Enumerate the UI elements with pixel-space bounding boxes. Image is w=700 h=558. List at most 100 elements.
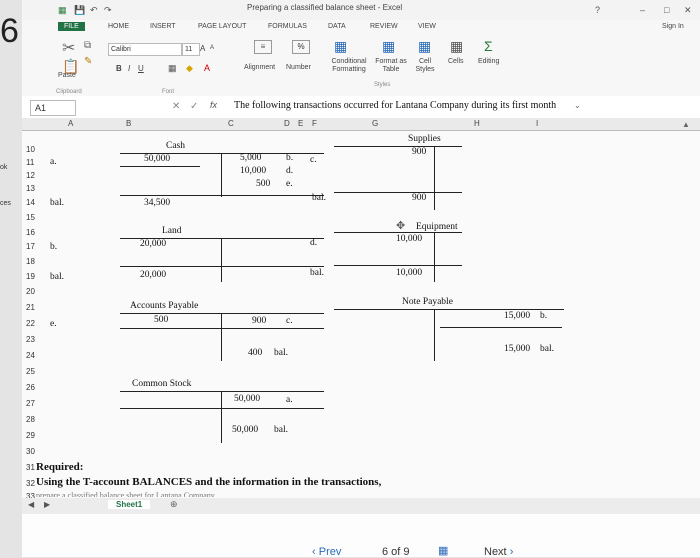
cell-f14[interactable]: bal. — [312, 193, 326, 203]
col-header-i[interactable]: I — [536, 119, 538, 128]
paste-label[interactable]: Paste — [58, 72, 76, 79]
t-account-equipment-title[interactable]: Equipment — [416, 222, 458, 232]
cell-a17[interactable]: b. — [50, 242, 57, 252]
editing-icon[interactable]: Σ — [484, 38, 493, 54]
name-box[interactable]: A1 — [30, 100, 76, 116]
cell-f17[interactable]: d. — [310, 238, 317, 248]
col-header-e[interactable]: E — [298, 119, 303, 128]
cell-f19[interactable]: bal. — [310, 268, 324, 278]
tab-review[interactable]: REVIEW — [370, 23, 398, 30]
add-sheet-icon[interactable]: ⊕ — [170, 499, 178, 510]
row-number[interactable]: 14 — [26, 198, 42, 207]
cell-a11[interactable]: a. — [50, 157, 57, 167]
cell-a14[interactable]: bal. — [50, 198, 64, 208]
cell-e11[interactable]: c. — [310, 155, 317, 165]
underline-button[interactable]: U — [138, 64, 144, 73]
font-size-select[interactable]: 11 — [182, 43, 200, 56]
sheet-nav-right-icon[interactable]: ▶ — [44, 500, 50, 509]
cell-styles-button[interactable]: Cell Styles — [410, 58, 440, 74]
cell-cs-balance-label[interactable]: bal. — [274, 425, 288, 435]
cut-icon[interactable]: ✂ — [62, 38, 75, 58]
editing-button[interactable]: Editing — [478, 58, 499, 65]
t-account-land-title[interactable]: Land — [162, 226, 182, 236]
restore-icon[interactable]: □ — [664, 5, 669, 15]
percent-button[interactable]: % — [292, 40, 310, 54]
row-number[interactable]: 15 — [26, 213, 42, 222]
cell-equipment-balance[interactable]: 10,000 — [396, 268, 422, 278]
t-account-supplies-title[interactable]: Supplies — [408, 134, 441, 144]
enter-icon[interactable]: ✓ — [190, 101, 198, 112]
row-number[interactable]: 29 — [26, 431, 42, 440]
row-number[interactable]: 12 — [26, 171, 42, 180]
instruction-text-row33[interactable]: prepare a classified balance sheet for L… — [36, 491, 215, 497]
cell-supplies-balance[interactable]: 900 — [412, 193, 426, 203]
cell-ap-credit[interactable]: 900 — [252, 316, 266, 326]
col-header-d[interactable]: D — [284, 119, 290, 128]
col-header-a[interactable]: A — [68, 119, 73, 128]
cell-np-credit-label[interactable]: b. — [540, 311, 547, 321]
conditional-formatting-icon[interactable]: ▦ — [334, 38, 347, 55]
cells-icon[interactable]: ▦ — [450, 38, 463, 55]
row-number[interactable]: 28 — [26, 415, 42, 424]
cell-ap-credit-label[interactable]: c. — [286, 316, 293, 326]
col-header-c[interactable]: C — [228, 119, 234, 128]
tab-insert[interactable]: INSERT — [150, 23, 176, 30]
row-number[interactable]: 27 — [26, 399, 42, 408]
tab-home[interactable]: HOME — [108, 23, 129, 30]
col-header-b[interactable]: B — [126, 119, 131, 128]
alignment-button[interactable]: Alignment — [244, 64, 275, 71]
cell-cash-balance[interactable]: 34,500 — [144, 198, 170, 208]
copy-icon[interactable]: ⧉ — [84, 40, 91, 51]
cell-np-balance[interactable]: 15,000 — [504, 344, 530, 354]
t-account-cs-title[interactable]: Common Stock — [132, 379, 191, 389]
scroll-up-icon[interactable]: ▲ — [682, 120, 690, 129]
cell-cs-credit-label[interactable]: a. — [286, 395, 293, 405]
cell-cash-credit-3-label[interactable]: e. — [286, 179, 293, 189]
cell-cs-balance[interactable]: 50,000 — [232, 425, 258, 435]
save-icon[interactable]: 💾 — [74, 5, 85, 16]
cells-button[interactable]: Cells — [448, 58, 464, 65]
insert-function-button[interactable]: fx — [210, 100, 217, 110]
row-number[interactable]: 11 — [26, 158, 42, 167]
tab-view[interactable]: VIEW — [418, 23, 436, 30]
sign-in-link[interactable]: Sign In — [662, 23, 684, 30]
help-icon[interactable]: ? — [595, 5, 600, 15]
col-header-g[interactable]: G — [372, 119, 378, 128]
cell-equipment-debit[interactable]: 10,000 — [396, 234, 422, 244]
cell-land-debit[interactable]: 20,000 — [140, 239, 166, 249]
row-number[interactable]: 16 — [26, 228, 42, 237]
row-number[interactable]: 10 — [26, 145, 42, 154]
row-number[interactable]: 20 — [26, 287, 42, 296]
tab-file[interactable]: FILE — [58, 22, 85, 31]
cell-ap-balance-label[interactable]: bal. — [274, 348, 288, 358]
redo-icon[interactable]: ↷ — [104, 5, 112, 16]
conditional-formatting-button[interactable]: Conditional Formatting — [324, 58, 374, 74]
cell-cs-credit[interactable]: 50,000 — [234, 394, 260, 404]
row-number[interactable]: 19 — [26, 272, 42, 281]
font-color-icon[interactable]: A — [204, 63, 210, 73]
sheet-tab[interactable]: Sheet1 — [108, 500, 151, 509]
t-account-ap-title[interactable]: Accounts Payable — [130, 301, 198, 311]
bold-button[interactable]: B — [116, 64, 122, 73]
col-header-f[interactable]: F — [312, 119, 317, 128]
cell-cash-credit-2-label[interactable]: d. — [286, 166, 293, 176]
cell-land-balance[interactable]: 20,000 — [140, 270, 166, 280]
undo-icon[interactable]: ↶ — [90, 5, 98, 16]
tab-page-layout[interactable]: PAGE LAYOUT — [198, 23, 246, 30]
align-icon[interactable]: ≡ — [254, 40, 272, 54]
cell-supplies-debit[interactable]: 900 — [412, 147, 426, 157]
t-account-np-title[interactable]: Note Payable — [402, 297, 453, 307]
fill-color-icon[interactable]: ◆ — [186, 63, 193, 74]
prev-button[interactable]: ‹ Prev — [312, 546, 341, 558]
row-number[interactable]: 26 — [26, 383, 42, 392]
formula-input[interactable]: The following transactions occurred for … — [234, 100, 556, 111]
format-painter-icon[interactable]: ✎ — [84, 56, 92, 67]
font-name-select[interactable]: Calibri — [108, 43, 182, 56]
cell-cash-debit[interactable]: 50,000 — [144, 154, 170, 164]
grid-icon[interactable]: ▦ — [438, 544, 448, 557]
cell-cash-credit-1[interactable]: 5,000 — [240, 153, 261, 163]
tab-data[interactable]: DATA — [328, 23, 346, 30]
cancel-icon[interactable]: ✕ — [172, 101, 180, 112]
italic-button[interactable]: I — [128, 64, 130, 73]
row-number[interactable]: 13 — [26, 184, 42, 193]
